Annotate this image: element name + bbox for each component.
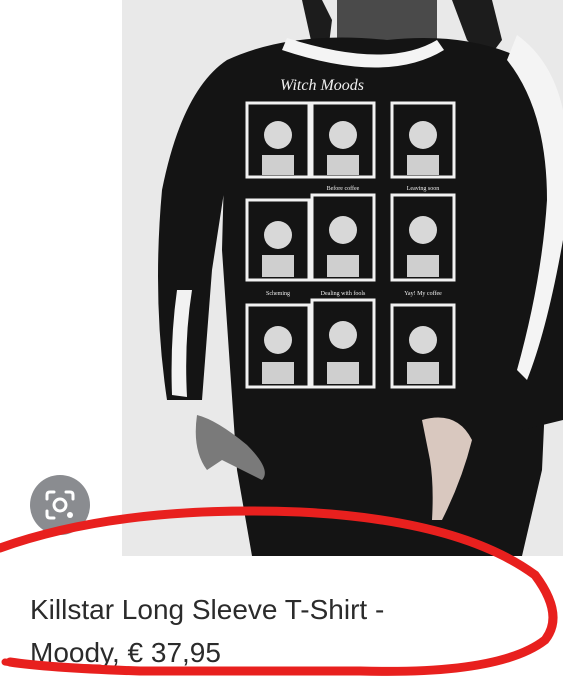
lens-search-button[interactable] (30, 475, 90, 535)
panel-label: Scheming (266, 291, 290, 297)
shirt-header-text: Witch Moods (280, 77, 364, 94)
sweater-photo: Witch Moods Before coffee Leaving soon S… (122, 0, 563, 556)
panel-label: Before coffee (327, 185, 360, 192)
product-image[interactable]: Witch Moods Before coffee Leaving soon S… (122, 0, 563, 556)
product-name: Moody, (30, 637, 120, 668)
camera-search-icon (45, 490, 75, 520)
product-caption[interactable]: Killstar Long Sleeve T-Shirt - Moody, € … (30, 588, 540, 674)
panel-label: Dealing with fools (321, 290, 366, 297)
panel-label: Yay! My coffee (404, 290, 442, 297)
product-price: € 37,95 (127, 637, 221, 668)
product-title: Killstar Long Sleeve T-Shirt - (30, 594, 385, 625)
panel-label: Leaving soon (407, 186, 440, 192)
